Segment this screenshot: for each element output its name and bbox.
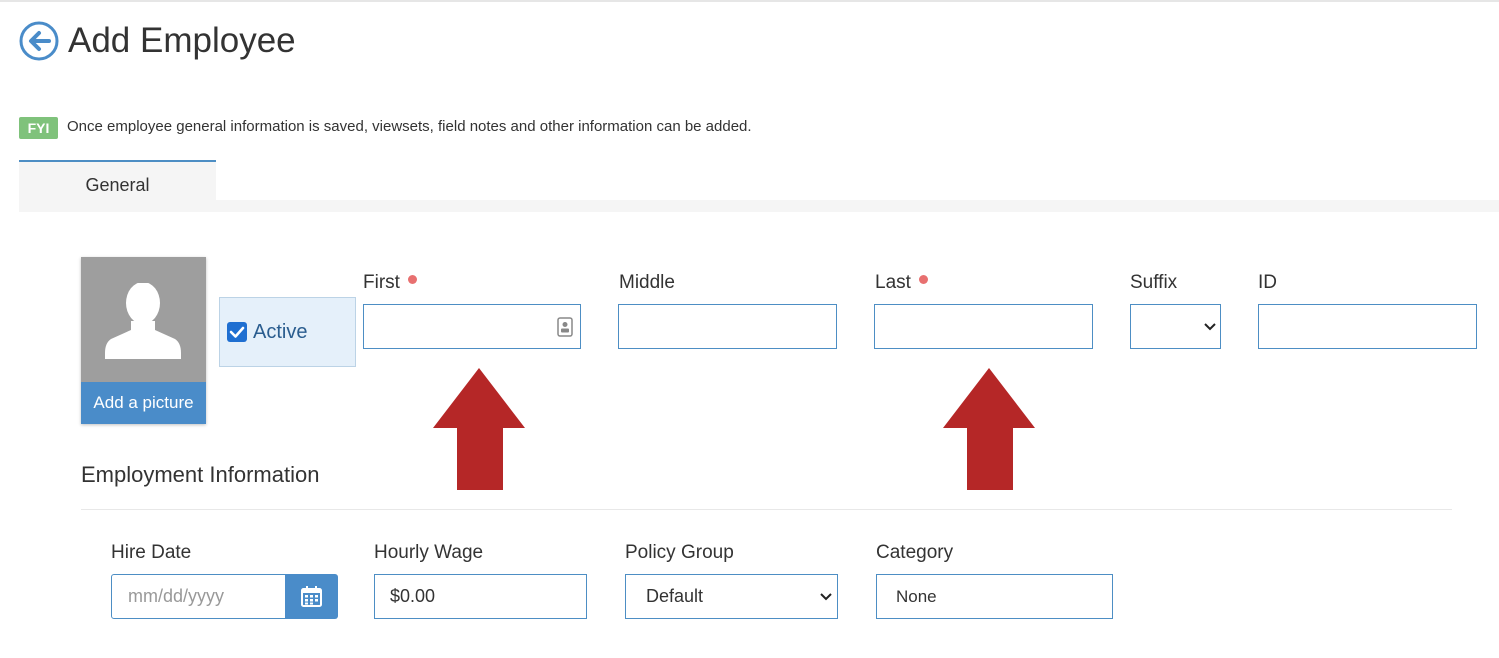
contact-card-icon[interactable] — [557, 317, 573, 337]
avatar: Add a picture — [81, 257, 206, 424]
hire-date-label: Hire Date — [111, 542, 192, 563]
id-label: ID — [1258, 272, 1277, 293]
section-title: Employment Information — [81, 462, 320, 487]
suffix-label: Suffix — [1130, 272, 1178, 293]
suffix-select[interactable] — [1130, 304, 1221, 349]
divider — [81, 509, 1452, 510]
id-input[interactable] — [1258, 304, 1477, 349]
up-arrow-annotation — [943, 368, 1035, 490]
active-checkbox[interactable] — [227, 322, 247, 342]
active-toggle[interactable]: Active — [219, 297, 356, 367]
up-arrow-annotation — [433, 368, 525, 490]
policy-group-value: Default — [646, 586, 704, 606]
fyi-message: Once employee general information is sav… — [67, 118, 752, 135]
hire-date-input[interactable]: mm/dd/yyyy — [111, 574, 286, 619]
calendar-button[interactable] — [285, 574, 338, 619]
top-border — [0, 0, 1499, 2]
first-name-input[interactable] — [363, 304, 581, 349]
middle-name-label: Middle — [619, 272, 675, 293]
tab-bar — [19, 200, 1499, 212]
person-silhouette-icon — [105, 283, 181, 359]
required-indicator — [919, 275, 928, 284]
hourly-wage-label: Hourly Wage — [374, 542, 484, 563]
first-name-label: First — [363, 272, 400, 293]
chevron-down-icon — [1204, 323, 1216, 331]
chevron-down-icon — [820, 593, 832, 601]
last-name-label: Last — [875, 272, 911, 293]
fyi-badge: FYI — [19, 117, 58, 139]
category-value: None — [896, 587, 937, 606]
hourly-wage-input[interactable]: $0.00 — [374, 574, 587, 619]
required-indicator — [408, 275, 417, 284]
add-picture-button[interactable]: Add a picture — [81, 382, 206, 424]
tab-general[interactable]: General — [19, 160, 216, 200]
policy-group-select[interactable]: Default — [625, 574, 838, 619]
checkmark-icon — [229, 326, 245, 338]
policy-group-label: Policy Group — [625, 542, 734, 563]
back-arrow-icon[interactable] — [19, 21, 59, 61]
page-title: Add Employee — [68, 21, 296, 60]
middle-name-input[interactable] — [618, 304, 837, 349]
calendar-icon — [301, 586, 322, 607]
category-label: Category — [876, 542, 954, 563]
hourly-wage-value: $0.00 — [390, 586, 436, 606]
category-select[interactable]: None — [876, 574, 1113, 619]
active-label: Active — [253, 321, 308, 343]
hire-date-placeholder: mm/dd/yyyy — [128, 586, 225, 606]
last-name-input[interactable] — [874, 304, 1093, 349]
